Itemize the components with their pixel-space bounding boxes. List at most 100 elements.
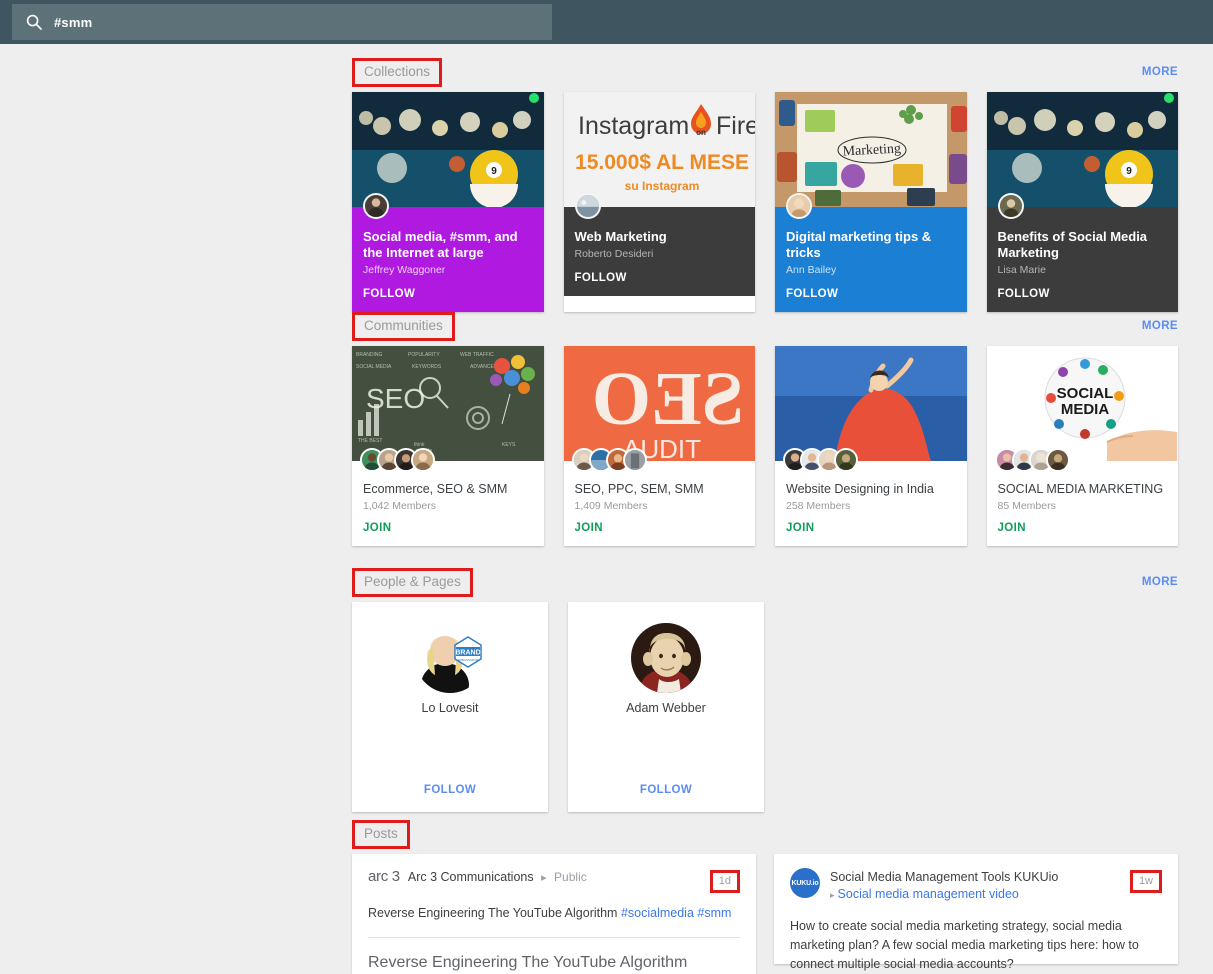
top-bar: #smm xyxy=(0,0,1213,44)
separator-icon: ▸ xyxy=(541,872,547,884)
collection-card-body: Benefits of Social Media Marketing Lisa … xyxy=(986,193,1178,312)
post-meta: Social Media Management Tools KUKUio ▸ So… xyxy=(830,868,1058,903)
member-avatars xyxy=(783,448,858,472)
post-author[interactable]: Social Media Management Tools KUKUio xyxy=(830,869,1058,885)
svg-text:SEO: SEO xyxy=(591,357,743,441)
svg-text:WEB TRAFFIC: WEB TRAFFIC xyxy=(460,352,494,358)
collections-header: Collections MORE xyxy=(352,58,1178,92)
follow-button[interactable]: FOLLOW xyxy=(998,288,1168,300)
follow-button[interactable]: FOLLOW xyxy=(363,288,533,300)
person-card[interactable]: Adam Webber FOLLOW xyxy=(568,602,764,812)
collection-owner: Roberto Desideri xyxy=(574,248,654,260)
svg-text:AMBASSADOR: AMBASSADOR xyxy=(457,658,479,662)
follow-button[interactable]: FOLLOW xyxy=(575,272,745,284)
community-cover-image: SEO AUDIT xyxy=(563,346,755,461)
svg-text:Fire: Fire xyxy=(716,112,756,140)
collection-card-body: Web Marketing Roberto Desideri FOLLOW xyxy=(563,193,755,296)
collection-cover-image: Marketing xyxy=(775,92,967,207)
brand-logo: KUKU.io xyxy=(790,868,820,898)
avatar: BRAND AMBASSADOR xyxy=(415,623,485,693)
community-member-count: 1,042 Members xyxy=(363,500,436,512)
person-name: Lo Lovesit xyxy=(421,701,479,715)
collection-card[interactable]: Instagram on Fire 15.000$ AL MESE su Ins… xyxy=(563,92,756,312)
svg-text:BRANDING: BRANDING xyxy=(356,352,383,358)
svg-text:MEDIA: MEDIA xyxy=(1060,401,1109,418)
svg-text:Marketing: Marketing xyxy=(842,141,901,159)
post-subtitle-text: Social media management video xyxy=(837,887,1019,901)
community-card[interactable]: SEO AUDIT SEO, PPC, SEM, SMM 1,409 Membe… xyxy=(563,346,756,546)
collection-owner: Jeffrey Waggoner xyxy=(363,264,446,276)
svg-text:Instagram: Instagram xyxy=(578,112,689,140)
community-card-body: SOCIAL MEDIA MARKETING 85 Members JOIN xyxy=(987,448,1179,546)
community-member-count: 1,409 Members xyxy=(574,500,648,512)
svg-text:9: 9 xyxy=(1126,166,1132,177)
post-body-text: Reverse Engineering The YouTube Algorith… xyxy=(368,904,740,923)
community-title: SOCIAL MEDIA MARKETING xyxy=(997,482,1164,496)
collection-card[interactable]: 9 Benefits of Social Media Marketing Lis… xyxy=(986,92,1178,312)
avatar xyxy=(786,193,812,219)
follow-button[interactable]: FOLLOW xyxy=(568,784,764,796)
person-card[interactable]: BRAND AMBASSADOR Lo Lovesit FOLLOW xyxy=(352,602,548,812)
svg-text:ADVANCED: ADVANCED xyxy=(470,364,498,370)
svg-text:BRAND: BRAND xyxy=(455,650,480,657)
svg-text:POPULARITY: POPULARITY xyxy=(408,352,440,358)
avatar xyxy=(363,193,389,219)
avatar xyxy=(997,193,1024,219)
post-timestamp: 1w xyxy=(1129,870,1162,893)
svg-text:KEYS: KEYS xyxy=(502,442,516,448)
post-link-headline[interactable]: Reverse Engineering The YouTube Algorith… xyxy=(368,952,740,974)
community-card-body: Ecommerce, SEO & SMM 1,042 Members JOIN xyxy=(352,448,544,546)
svg-text:SOCIAL: SOCIAL xyxy=(1056,385,1113,402)
join-button[interactable]: JOIN xyxy=(786,522,814,534)
communities-section: Communities MORE BRANDING POPULARITY WEB T… xyxy=(352,312,1178,546)
member-avatars xyxy=(571,448,647,472)
people-row: BRAND AMBASSADOR Lo Lovesit FOLLOW Adam … xyxy=(352,602,1178,812)
avatar xyxy=(1045,448,1070,472)
posts-row: arc 3 Arc 3 Communications ▸ Public 1d R… xyxy=(352,854,1178,974)
posts-title: Posts xyxy=(352,820,410,849)
post-card[interactable]: KUKU.io Social Media Management Tools KU… xyxy=(774,854,1178,971)
communities-header: Communities MORE xyxy=(352,312,1178,346)
community-card[interactable]: SOCIAL MEDIA SOCIAL MEDIA MARKETING 85 M… xyxy=(986,346,1179,546)
svg-text:9: 9 xyxy=(491,166,497,177)
post-card[interactable]: arc 3 Arc 3 Communications ▸ Public 1d R… xyxy=(352,854,756,974)
collection-card-body: Digital marketing tips & tricks Ann Bail… xyxy=(775,193,967,312)
join-button[interactable]: JOIN xyxy=(575,522,603,534)
communities-row: BRANDING POPULARITY WEB TRAFFIC SOCIAL MED… xyxy=(352,346,1178,546)
collection-card[interactable]: 9 Social media, #smm, and the Internet a… xyxy=(352,92,544,312)
collection-card[interactable]: Marketing Digital marketing tips & trick… xyxy=(775,92,967,312)
community-card-body: Website Designing in India 258 Members J… xyxy=(775,448,967,546)
hashtag-smm[interactable]: #smm xyxy=(697,906,731,920)
community-cover-image: BRANDING POPULARITY WEB TRAFFIC SOCIAL MED… xyxy=(352,346,544,461)
community-title: Ecommerce, SEO & SMM xyxy=(363,482,508,496)
community-card-body: SEO, PPC, SEM, SMM 1,409 Members JOIN xyxy=(564,448,756,546)
follow-button[interactable]: FOLLOW xyxy=(786,288,956,300)
post-subtitle[interactable]: ▸ Social media management video xyxy=(830,886,1058,903)
communities-more-link[interactable]: MORE xyxy=(1142,320,1178,332)
search-input[interactable]: #smm xyxy=(12,4,552,40)
member-avatars xyxy=(994,448,1070,472)
post-meta: Arc 3 Communications ▸ Public xyxy=(408,868,587,886)
join-button[interactable]: JOIN xyxy=(363,522,391,534)
people-more-link[interactable]: MORE xyxy=(1142,576,1178,588)
collections-more-link[interactable]: MORE xyxy=(1142,66,1178,78)
svg-text:SOCIAL MEDIA: SOCIAL MEDIA xyxy=(356,364,392,370)
people-header: People & Pages MORE xyxy=(352,568,1178,602)
community-cover-image xyxy=(775,346,967,461)
hashtag-socialmedia[interactable]: #socialmedia xyxy=(621,906,694,920)
communities-title: Communities xyxy=(352,312,455,341)
collection-cover-image: Instagram on Fire 15.000$ AL MESE su Ins… xyxy=(563,92,756,207)
collection-cover-image: 9 xyxy=(986,92,1178,207)
collections-row: 9 Social media, #smm, and the Internet a… xyxy=(352,92,1178,312)
post-author[interactable]: Arc 3 Communications xyxy=(408,870,534,884)
avatar xyxy=(574,193,601,219)
follow-button[interactable]: FOLLOW xyxy=(352,784,548,796)
post-header: KUKU.io Social Media Management Tools KU… xyxy=(790,868,1162,903)
posts-header: Posts xyxy=(352,820,1178,854)
people-and-pages-section: People & Pages MORE BRAND AMBASSADOR Lo … xyxy=(352,568,1178,812)
people-title: People & Pages xyxy=(352,568,473,597)
search-query-text: #smm xyxy=(54,14,93,30)
join-button[interactable]: JOIN xyxy=(998,522,1026,534)
community-card[interactable]: BRANDING POPULARITY WEB TRAFFIC SOCIAL MED… xyxy=(352,346,544,546)
community-card[interactable]: Website Designing in India 258 Members J… xyxy=(775,346,967,546)
